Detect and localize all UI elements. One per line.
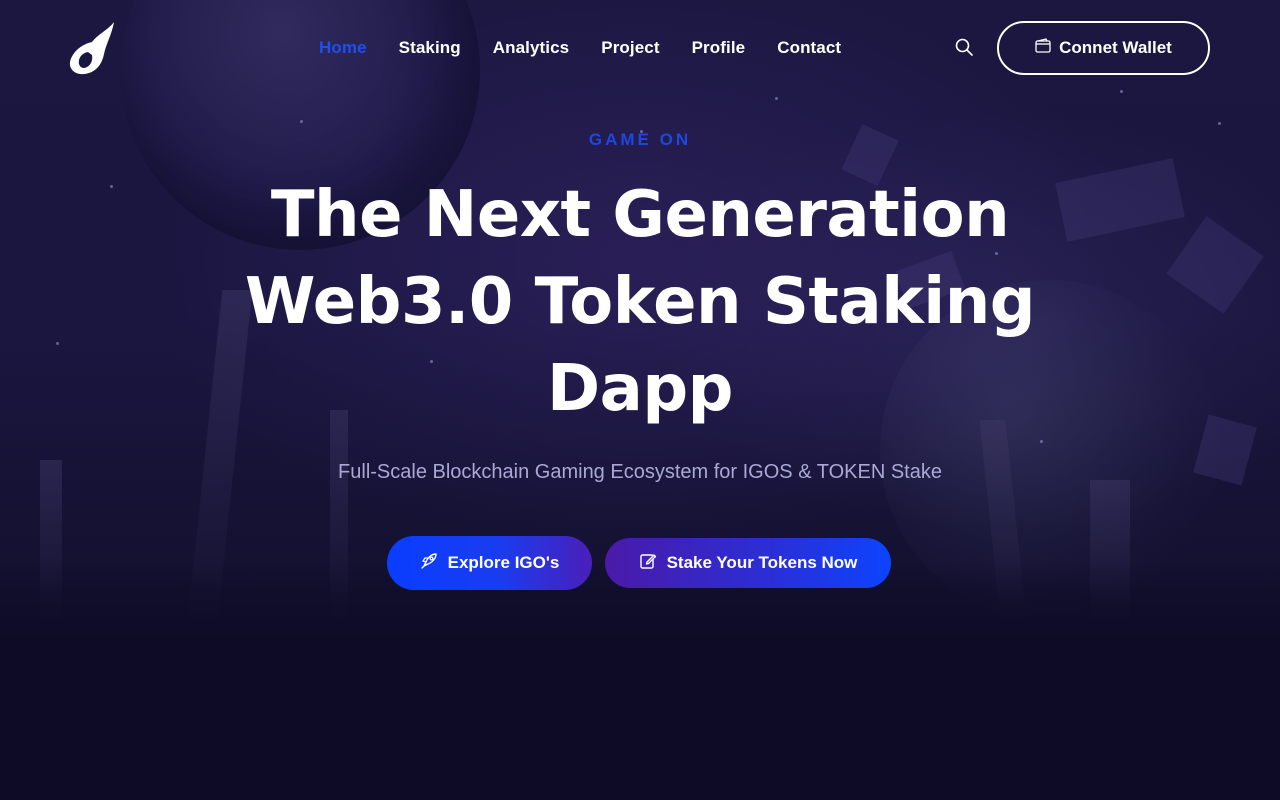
nav-item-contact[interactable]: Contact	[761, 38, 857, 58]
star	[110, 185, 113, 188]
stake-tokens-label: Stake Your Tokens Now	[666, 553, 858, 572]
stake-tokens-button[interactable]: Stake Your Tokens Now	[605, 538, 891, 588]
nav-item-analytics[interactable]: Analytics	[477, 38, 586, 58]
star	[56, 342, 59, 345]
headline-line: Web3.0 Token Staking	[244, 265, 1036, 339]
hero-subtitle: Full-Scale Blockchain Gaming Ecosystem f…	[338, 461, 942, 483]
site-header: Home Staking Analytics Project Profile C…	[0, 0, 1280, 96]
main-nav: Home Staking Analytics Project Profile C…	[303, 28, 857, 68]
hero-eyebrow: GAME ON	[588, 130, 692, 149]
star	[775, 97, 778, 100]
nav-item-project[interactable]: Project	[585, 38, 675, 58]
star	[1040, 440, 1043, 443]
star	[1218, 122, 1221, 125]
nav-item-home[interactable]: Home	[303, 38, 383, 58]
edit-icon	[639, 552, 657, 575]
flame-logo-icon[interactable]	[68, 20, 118, 76]
headline-line: Dapp	[547, 352, 733, 426]
star	[300, 120, 303, 123]
search-icon[interactable]	[954, 37, 974, 57]
nav-item-staking[interactable]: Staking	[383, 38, 477, 58]
ground-fade	[0, 560, 1280, 800]
floating-rock	[1055, 158, 1185, 242]
hero-headline: The Next Generation Web3.0 Token Staking…	[240, 172, 1040, 433]
explore-igos-button[interactable]: Explore IGO's	[387, 536, 592, 590]
connect-wallet-label: Connet Wallet	[1059, 38, 1172, 57]
explore-igos-label: Explore IGO's	[447, 553, 560, 572]
floating-rock	[1166, 216, 1264, 314]
wallet-icon	[1035, 37, 1051, 59]
connect-wallet-button[interactable]: Connet Wallet	[997, 21, 1210, 75]
rocket-icon	[420, 552, 438, 575]
headline-line: The Next Generation	[270, 178, 1010, 252]
nav-item-profile[interactable]: Profile	[676, 38, 762, 58]
